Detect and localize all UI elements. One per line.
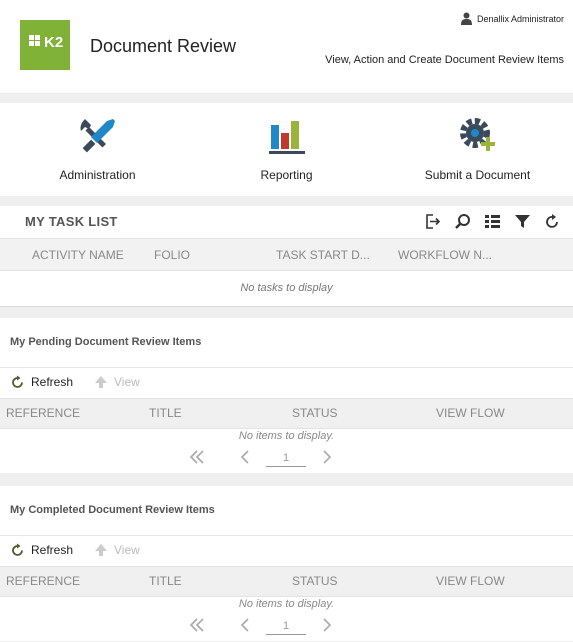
pending-empty-message: No items to display. (238, 430, 335, 442)
completed-view-label: View (114, 543, 140, 557)
page-subtitle: View, Action and Create Document Review … (325, 54, 564, 66)
tools-icon (80, 119, 115, 153)
pending-view-button[interactable]: View (94, 375, 140, 389)
completed-table-header: REFERENCE TITLE STATUS VIEW FLOW (0, 566, 573, 597)
list-view-button[interactable] (484, 213, 501, 230)
filter-button[interactable] (514, 213, 531, 230)
app-header: K2 Document Review Denallix Administrato… (0, 0, 573, 93)
first-page-button[interactable] (186, 614, 208, 636)
search-icon (455, 214, 470, 229)
nav-label-reporting: Reporting (260, 168, 313, 182)
column-reference[interactable]: REFERENCE (6, 406, 80, 420)
gear-add-icon (460, 118, 495, 151)
completed-section-title: My Completed Document Review Items (10, 504, 215, 516)
completed-items-panel: My Completed Document Review Items Refre… (0, 486, 573, 641)
completed-toolbar: Refresh View (0, 535, 573, 566)
nav-item-submit-document[interactable]: Submit a Document (382, 103, 573, 196)
column-status[interactable]: STATUS (292, 406, 338, 420)
bar-chart-icon (269, 121, 305, 154)
refresh-icon (546, 214, 558, 228)
column-title[interactable]: TITLE (149, 406, 182, 420)
prev-page-button[interactable] (234, 446, 256, 468)
next-page-button[interactable] (316, 614, 338, 636)
column-view-flow[interactable]: VIEW FLOW (436, 574, 505, 588)
open-icon (426, 214, 441, 229)
logo-text: K2 (44, 34, 64, 51)
chevron-left-icon (240, 618, 249, 632)
page-number-input[interactable]: 1 (266, 616, 306, 635)
up-arrow-icon (95, 544, 107, 556)
chevron-right-icon (323, 618, 332, 632)
task-list-header: ACTIVITY NAME FOLIO TASK START D... WORK… (0, 238, 573, 271)
page-number-input[interactable]: 1 (266, 448, 306, 467)
column-view-flow[interactable]: VIEW FLOW (436, 406, 505, 420)
nav-item-administration[interactable]: Administration (2, 103, 193, 196)
nav-tiles: Administration Reporting Submit a Docume… (0, 103, 573, 196)
pending-refresh-label: Refresh (31, 375, 74, 389)
column-task-start-date[interactable]: TASK START D... (276, 248, 370, 262)
filter-icon (515, 215, 530, 228)
task-list-empty-message: No tasks to display (240, 282, 333, 294)
nav-item-reporting[interactable]: Reporting (191, 103, 382, 196)
pending-refresh-button[interactable]: Refresh (11, 375, 73, 389)
refresh-icon (12, 543, 23, 556)
column-reference[interactable]: REFERENCE (6, 574, 80, 588)
search-button[interactable] (454, 213, 471, 230)
next-page-button[interactable] (316, 446, 338, 468)
pending-table-header: REFERENCE TITLE STATUS VIEW FLOW (0, 398, 573, 429)
k2-logo: K2 (20, 20, 70, 70)
column-status[interactable]: STATUS (292, 574, 338, 588)
column-activity-name[interactable]: ACTIVITY NAME (32, 248, 124, 262)
list-icon (485, 215, 500, 228)
pending-view-label: View (114, 375, 140, 389)
pending-pager: 1 (0, 446, 573, 470)
column-folio[interactable]: FOLIO (154, 248, 190, 262)
completed-refresh-button[interactable]: Refresh (11, 543, 73, 557)
double-chevron-left-icon (189, 618, 204, 632)
up-arrow-icon (95, 376, 107, 388)
open-button[interactable] (424, 213, 441, 230)
completed-empty-message: No items to display. (238, 598, 335, 610)
completed-pager: 1 (0, 614, 573, 638)
pending-items-panel: My Pending Document Review Items Refresh… (0, 318, 573, 473)
task-list-panel: MY TASK LIST ACTIVITY NAME FOLIO TASK ST… (0, 206, 573, 307)
pending-toolbar: Refresh View (0, 367, 573, 398)
pending-section-title: My Pending Document Review Items (10, 336, 202, 348)
current-user[interactable]: Denallix Administrator (460, 12, 564, 25)
prev-page-button[interactable] (234, 614, 256, 636)
column-workflow-name[interactable]: WORKFLOW N... (398, 248, 492, 262)
nav-label-submit-document: Submit a Document (424, 168, 531, 182)
user-name: Denallix Administrator (476, 13, 564, 24)
page-title: Document Review (90, 36, 237, 56)
nav-label-administration: Administration (59, 168, 136, 182)
completed-refresh-label: Refresh (31, 543, 74, 557)
completed-view-button[interactable]: View (94, 543, 140, 557)
task-list-title: MY TASK LIST (25, 214, 118, 229)
column-title[interactable]: TITLE (149, 574, 182, 588)
refresh-icon (12, 375, 23, 388)
user-icon (460, 12, 472, 25)
double-chevron-left-icon (189, 450, 204, 464)
first-page-button[interactable] (186, 446, 208, 468)
refresh-button[interactable] (544, 213, 561, 230)
chevron-left-icon (240, 450, 249, 464)
task-list-toolbar (424, 213, 561, 230)
chevron-right-icon (323, 450, 332, 464)
